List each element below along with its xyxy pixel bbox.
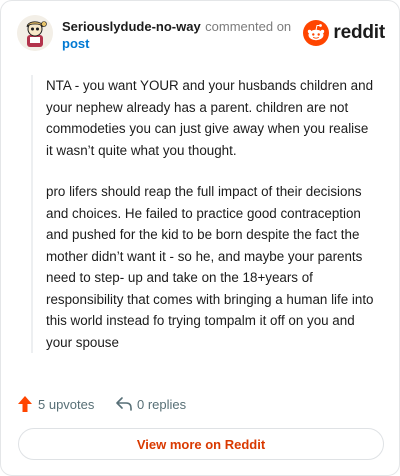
reddit-snoo-icon	[303, 20, 330, 46]
upvote-arrow-icon	[18, 396, 32, 412]
reddit-logo[interactable]: reddit	[303, 20, 385, 46]
view-more-on-reddit-button[interactable]: View more on Reddit	[18, 428, 384, 460]
comment-paragraph: NTA - you want YOUR and your husbands ch…	[46, 78, 374, 158]
post-link[interactable]: post	[62, 36, 89, 51]
replies-label: 0 replies	[137, 396, 187, 412]
embedded-comment-card: Seriouslydude-no-way commented on post r…	[0, 0, 400, 476]
username-link[interactable]: Seriouslydude-no-way	[62, 19, 201, 34]
comment-footer: 5 upvotes 0 replies	[17, 393, 385, 415]
comment-paragraph: pro lifers should reap the full impact o…	[46, 184, 374, 350]
upvotes-label: 5 upvotes	[38, 396, 95, 412]
reply-arrow-icon	[116, 397, 132, 411]
comment-meta: Seriouslydude-no-way commented on post	[62, 18, 302, 52]
comment-action-text: commented on	[205, 19, 292, 34]
reddit-wordmark: reddit	[333, 22, 385, 43]
replies-stat[interactable]: 0 replies	[115, 393, 186, 415]
upvotes-stat[interactable]: 5 upvotes	[17, 393, 94, 415]
comment-header: Seriouslydude-no-way commented on post r…	[17, 15, 385, 55]
user-avatar[interactable]	[17, 15, 53, 51]
comment-body: NTA - you want YOUR and your husbands ch…	[31, 75, 376, 353]
avatar-icon	[17, 15, 53, 51]
